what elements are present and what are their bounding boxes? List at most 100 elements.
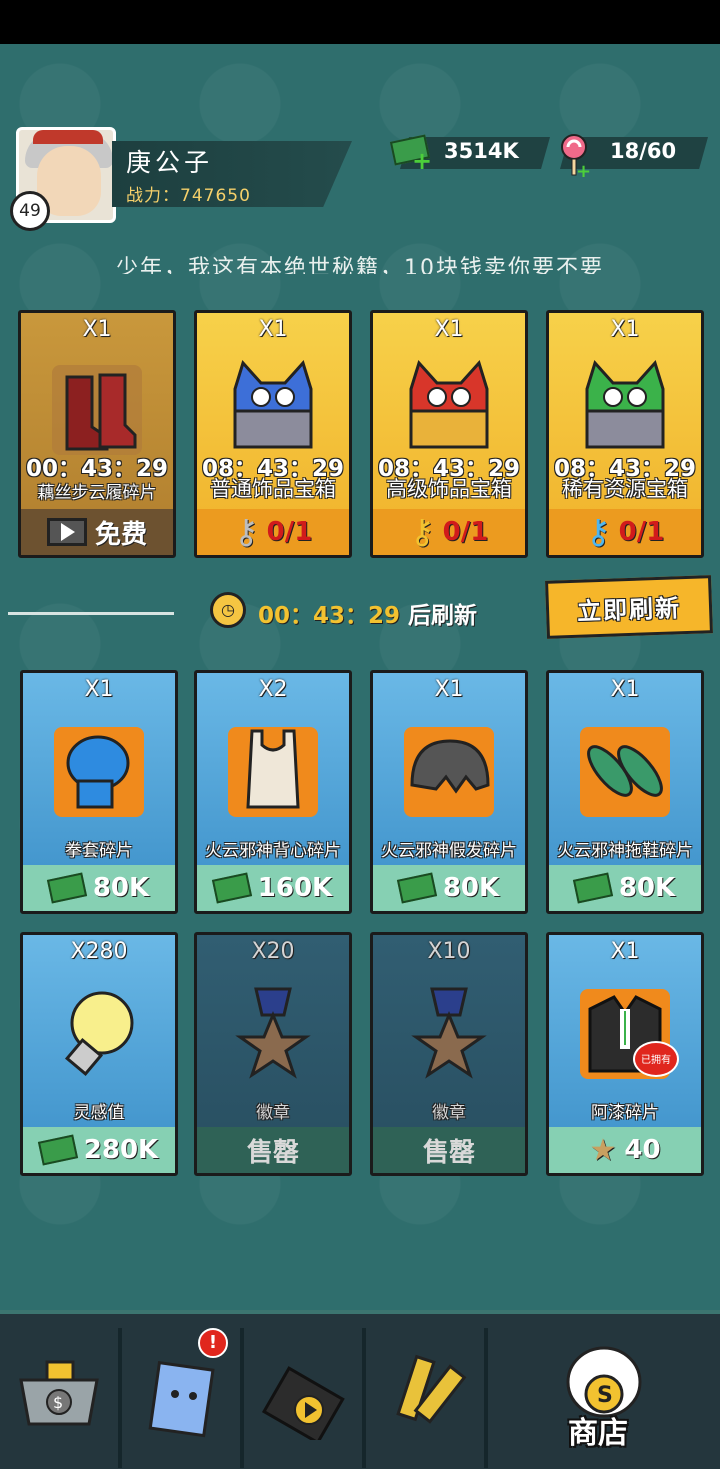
item-price: 280K [83, 1135, 159, 1165]
open-chest-button[interactable]: ⚷ 0/1 [549, 509, 701, 555]
wig-icon [410, 739, 490, 794]
silver-key-icon: ⚷ [233, 512, 259, 552]
open-chest-button[interactable]: ⚷ 0/1 [373, 509, 525, 555]
svg-text:+: + [576, 161, 591, 177]
binoculars-icon [396, 1354, 467, 1424]
free-reward-card[interactable]: X1 00：43：29 藕丝步云履碎片 免费 [18, 310, 176, 558]
shop-item-vest[interactable]: X2 火云邪神背心碎片 160K [194, 670, 352, 914]
shop-item-medal-10: X10 徽章 售罄 [370, 932, 528, 1176]
item-price: 80K [618, 873, 676, 903]
advanced-chest-card[interactable]: X1 08：43：29 高级饰品宝箱 ⚷ 0/1 [370, 310, 528, 558]
nav-book[interactable]: ! [122, 1328, 244, 1468]
cash-icon [37, 1134, 78, 1166]
buy-button[interactable]: 280K [23, 1127, 175, 1173]
shop-slogan: 少年，我这有本绝世秘籍，10块钱卖你要不要 [116, 256, 604, 274]
item-quantity: X1 [610, 939, 640, 964]
card-label: 高级饰品宝箱 [386, 477, 512, 501]
card-quantity: X1 [610, 317, 640, 342]
item-quantity: X280 [70, 939, 128, 964]
common-chest-icon [233, 360, 313, 449]
shop-item-medal-20: X20 徽章 售罄 [194, 932, 352, 1176]
refresh-now-button[interactable]: 立即刷新 [545, 575, 713, 639]
boxing-glove-icon [66, 735, 130, 809]
item-label: 火云邪神假发碎片 [381, 841, 517, 861]
chest-count: 0/1 [266, 517, 313, 547]
nav-shop-label: 商店 [568, 1416, 628, 1451]
medal-icon [411, 987, 487, 1079]
energy-amount: 18/60 [610, 139, 677, 163]
buy-button[interactable]: 80K [549, 865, 701, 911]
rare-chest-card[interactable]: X1 08：43：29 稀有资源宝箱 ⚷ 0/1 [546, 310, 704, 558]
refresh-time: 00：43：29 [258, 603, 401, 629]
lollipop-add-icon[interactable]: + [556, 133, 592, 185]
shop-item-suit[interactable]: X1 已拥有 阿漆碎片 ★ 40 [546, 932, 704, 1176]
status-bar [0, 0, 720, 44]
svg-text:S: S [597, 1383, 613, 1408]
item-label: 火云邪神背心碎片 [205, 841, 341, 861]
item-quantity: X2 [258, 677, 288, 702]
item-quantity: X20 [251, 939, 295, 964]
free-button[interactable]: 免费 [21, 509, 173, 555]
lightbulb-icon [64, 991, 134, 1077]
chest-count: 0/1 [442, 517, 489, 547]
item-quantity: X10 [427, 939, 471, 964]
card-label: 藕丝步云履碎片 [37, 483, 157, 503]
buy-button[interactable]: ★ 40 [549, 1127, 701, 1173]
card-label: 普通饰品宝箱 [210, 477, 336, 501]
shop-item-slippers[interactable]: X1 火云邪神拖鞋碎片 80K [546, 670, 704, 914]
player-level-badge: 49 [10, 191, 50, 231]
item-label: 徽章 [256, 1103, 290, 1123]
cash-icon [211, 872, 252, 904]
medal-currency-icon: ★ [589, 1132, 617, 1168]
card-quantity: X1 [82, 317, 112, 342]
cash-amount: 3514K [444, 139, 519, 163]
item-label: 阿漆碎片 [591, 1103, 659, 1123]
cash-icon [396, 872, 437, 904]
vest-icon [246, 729, 300, 809]
shop-item-glove[interactable]: X1 拳套碎片 80K [20, 670, 178, 914]
shop-item-wig[interactable]: X1 火云邪神假发碎片 80K [370, 670, 528, 914]
card-quantity: X1 [434, 317, 464, 342]
item-quantity: X1 [84, 677, 114, 702]
gold-key-icon: ⚷ [409, 512, 435, 552]
shop-item-inspiration[interactable]: X280 灵感值 280K [20, 932, 178, 1176]
common-chest-card[interactable]: X1 08：43：29 普通饰品宝箱 ⚷ 0/1 [194, 310, 352, 558]
free-button-label: 免费 [94, 519, 147, 550]
boots-icon [65, 373, 137, 451]
buy-button[interactable]: 80K [23, 865, 175, 911]
buy-button[interactable]: 160K [197, 865, 349, 911]
card-quantity: X1 [258, 317, 288, 342]
owned-badge: 已拥有 [633, 1041, 679, 1077]
divider-line [8, 612, 174, 615]
medal-icon [235, 987, 311, 1079]
player-power: 战力：747650 [126, 186, 251, 206]
rare-chest-icon [585, 360, 665, 449]
cash-icon [46, 872, 87, 904]
cash-icon [572, 872, 613, 904]
refresh-timer: 00：43：29 后刷新 [258, 596, 477, 630]
nav-store-cart[interactable]: $ [0, 1328, 122, 1468]
item-quantity: X1 [610, 677, 640, 702]
buy-button[interactable]: 80K [373, 865, 525, 911]
notification-badge: ! [198, 1328, 228, 1358]
sold-out-label: 售罄 [373, 1127, 525, 1173]
nav-binoculars[interactable] [366, 1328, 488, 1468]
item-label: 灵感值 [73, 1103, 125, 1123]
player-header: 49 庚公子 战力：747650 3514K + 18/60 + [0, 115, 720, 231]
card-label: 稀有资源宝箱 [562, 477, 688, 501]
cash-add-icon[interactable]: + [389, 134, 432, 175]
open-chest-button[interactable]: ⚷ 0/1 [197, 509, 349, 555]
item-price: 80K [442, 873, 500, 903]
item-label: 徽章 [432, 1103, 466, 1123]
item-label: 拳套碎片 [65, 841, 133, 861]
shopping-cart-icon: $ [19, 1360, 99, 1426]
slippers-icon [587, 745, 663, 797]
player-name: 庚公子 [126, 148, 214, 177]
advanced-chest-icon [409, 360, 489, 449]
nav-video[interactable] [244, 1328, 366, 1468]
item-label: 火云邪神拖鞋碎片 [557, 841, 693, 861]
book-icon [148, 1360, 215, 1438]
clapperboard-icon [261, 1366, 345, 1440]
item-price: 80K [92, 873, 150, 903]
item-price: 40 [624, 1135, 661, 1165]
